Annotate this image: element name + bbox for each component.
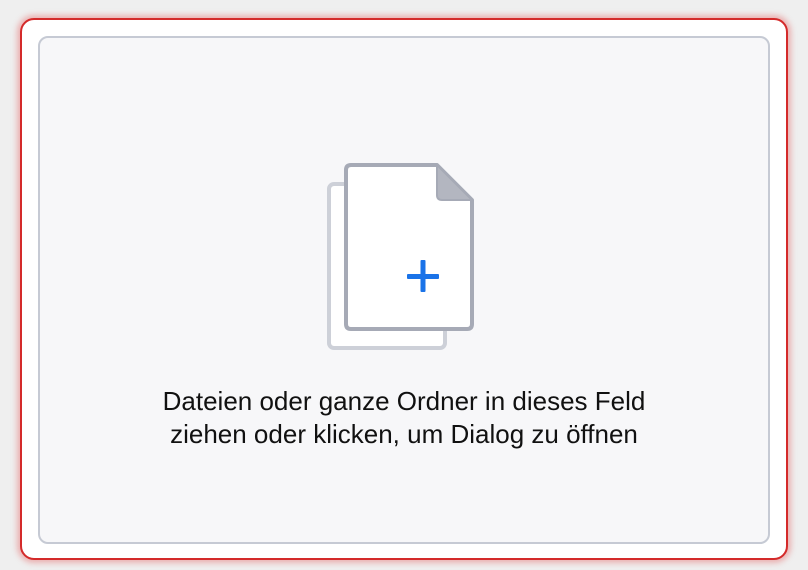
file-dropzone[interactable]: Dateien oder ganze Ordner in dieses Feld… <box>38 36 770 544</box>
dropzone-text-line-2: ziehen oder klicken, um Dialog zu öffnen <box>170 419 638 449</box>
upload-focus-frame: Dateien oder ganze Ordner in dieses Feld… <box>20 18 788 560</box>
dropzone-text-line-1: Dateien oder ganze Ordner in dieses Feld <box>162 386 646 416</box>
dropzone-instructions: Dateien oder ganze Ordner in dieses Feld… <box>40 385 768 451</box>
add-file-icon <box>326 162 476 352</box>
folded-corner-shape <box>436 164 473 201</box>
